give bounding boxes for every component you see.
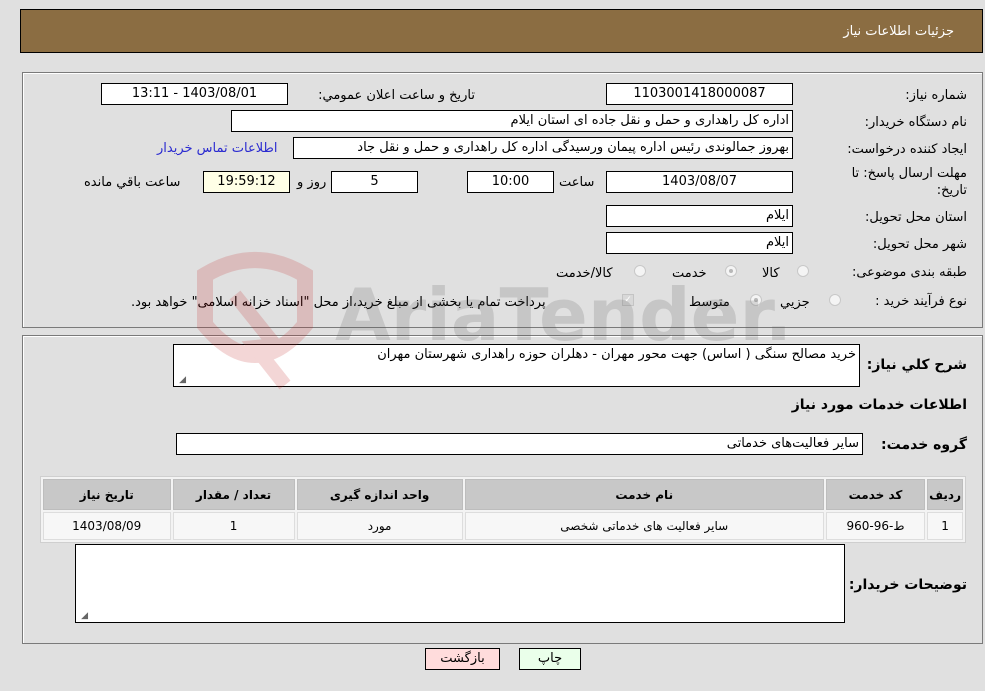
col-header-quantity: تعداد / مقدار <box>172 479 295 510</box>
deadline-time-label: ساعت <box>559 175 595 190</box>
service-group-label: گروه خدمت: <box>881 437 967 453</box>
province-field[interactable]: ایلام <box>606 205 793 227</box>
remaining-time-label: ساعت باقي مانده <box>84 175 181 190</box>
category-option-goods-service: کالا/خدمت <box>556 266 613 281</box>
buyer-notes-textarea[interactable]: ◢ <box>75 544 845 623</box>
process-option-medium: متوسط <box>689 295 730 310</box>
services-heading: اطلاعات خدمات مورد نیاز <box>791 397 967 413</box>
cell-quantity: 1 <box>172 512 295 540</box>
summary-textarea[interactable]: خرید مصالح سنگی ( اساس) جهت محور مهران -… <box>173 344 860 387</box>
need-number-field[interactable]: 1103001418000087 <box>606 83 793 105</box>
page-header: جزئیات اطلاعات نیاز <box>20 9 983 53</box>
cell-unit: مورد <box>296 512 463 540</box>
cell-need-date: 1403/08/09 <box>43 512 171 540</box>
table-header-row: رديف کد خدمت نام خدمت واحد اندازه گیری ت… <box>43 479 963 510</box>
treasury-note: پرداخت تمام یا بخشی از مبلغ خرید،از محل … <box>131 295 546 310</box>
print-button[interactable]: چاپ <box>519 648 581 670</box>
page-title: جزئیات اطلاعات نیاز <box>843 24 954 39</box>
cell-row-number: 1 <box>927 512 963 540</box>
category-radio-service[interactable] <box>725 265 737 277</box>
service-group-field[interactable]: سایر فعالیت‌های خدماتی <box>176 433 863 455</box>
need-number-label: شماره نیاز: <box>905 88 967 103</box>
col-header-need-date: تاریخ نیاز <box>43 479 171 510</box>
resize-grip-icon[interactable]: ◢ <box>78 611 88 621</box>
back-button[interactable]: بازگشت <box>425 648 500 670</box>
col-header-service-name: نام خدمت <box>464 479 824 510</box>
category-radio-goods-service[interactable] <box>634 265 646 277</box>
announce-datetime-label: تاریخ و ساعت اعلان عمومي: <box>318 88 475 103</box>
cell-service-code: ط-96-960 <box>825 512 926 540</box>
treasury-checkbox[interactable]: ✓ <box>622 294 634 306</box>
cell-service-name: سایر فعالیت های خدماتی شخصی <box>464 512 824 540</box>
city-label: شهر محل تحویل: <box>872 237 967 252</box>
deadline-date-field[interactable]: 1403/08/07 <box>606 171 793 193</box>
announce-datetime-field[interactable]: 1403/08/01 - 13:11 <box>101 83 288 105</box>
category-radio-goods[interactable] <box>797 265 809 277</box>
category-option-goods: کالا <box>762 266 780 281</box>
buyer-contact-link[interactable]: اطلاعات تماس خریدار <box>157 141 277 156</box>
category-option-service: خدمت <box>672 266 707 281</box>
table-row: 1 ط-96-960 سایر فعالیت های خدماتی شخصی م… <box>43 512 963 540</box>
col-header-unit: واحد اندازه گیری <box>296 479 463 510</box>
buyer-org-field[interactable]: اداره کل راهداری و حمل و نقل جاده ای است… <box>231 110 793 132</box>
process-radio-minor[interactable] <box>829 294 841 306</box>
summary-label: شرح کلي نياز: <box>866 357 967 373</box>
days-label: روز و <box>297 175 327 190</box>
process-type-label: نوع فرآیند خرید : <box>875 294 967 309</box>
remaining-time-field: 19:59:12 <box>203 171 290 193</box>
col-header-service-code: کد خدمت <box>825 479 926 510</box>
deadline-label-line2: تاریخ: <box>936 183 967 198</box>
deadline-label-line1: مهلت ارسال پاسخ: تا <box>851 166 967 181</box>
resize-grip-icon[interactable]: ◢ <box>176 375 186 385</box>
creator-label: ایجاد کننده درخواست: <box>847 142 967 157</box>
col-header-row-number: رديف <box>927 479 963 510</box>
category-label: طبقه بندی موضوعی: <box>851 265 967 280</box>
province-label: استان محل تحویل: <box>865 210 967 225</box>
buyer-notes-label: توضیحات خریدار: <box>848 577 967 593</box>
city-field[interactable]: ایلام <box>606 232 793 254</box>
remaining-days-field: 5 <box>331 171 418 193</box>
services-table: رديف کد خدمت نام خدمت واحد اندازه گیری ت… <box>40 476 966 543</box>
creator-field[interactable]: بهروز جمالوندی رئیس اداره پیمان ورسیدگی … <box>293 137 793 159</box>
process-radio-medium[interactable] <box>750 294 762 306</box>
buyer-org-label: نام دستگاه خريدار: <box>864 115 967 130</box>
deadline-time-field[interactable]: 10:00 <box>467 171 554 193</box>
summary-text: خرید مصالح سنگی ( اساس) جهت محور مهران -… <box>377 347 856 362</box>
process-option-minor: جزيي <box>780 295 810 310</box>
